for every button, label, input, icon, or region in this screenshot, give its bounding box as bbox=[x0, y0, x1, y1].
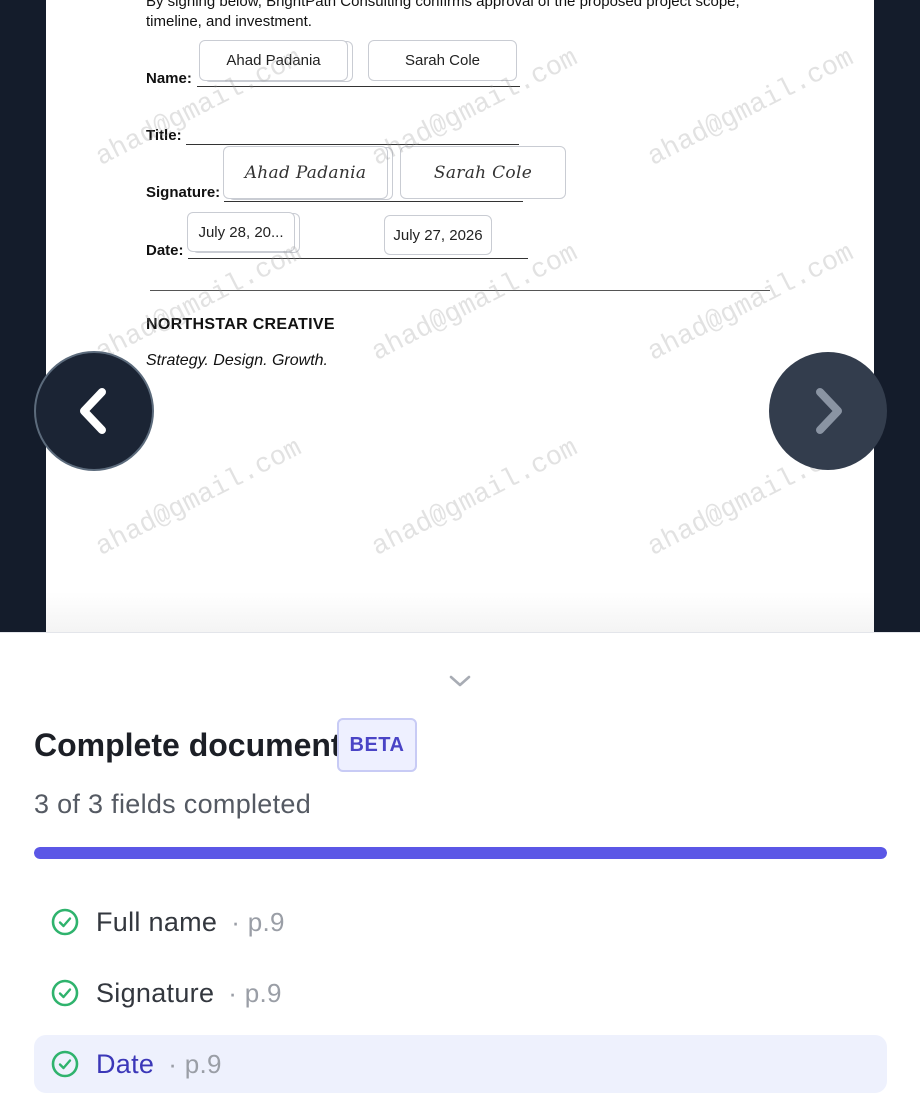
field-item-signature[interactable]: Signature · p.9 bbox=[34, 964, 887, 1022]
intro-line-2: timeline, and investment. bbox=[146, 13, 312, 30]
collapse-panel-button[interactable] bbox=[448, 673, 472, 694]
name-label: Name: bbox=[146, 70, 192, 87]
intro-line-1: By signing below, BrightPath Consulting … bbox=[146, 0, 740, 10]
document-page: By signing below, BrightPath Consulting … bbox=[46, 0, 874, 632]
watermark: ahad@gmail.com bbox=[643, 238, 859, 369]
check-circle-icon bbox=[51, 908, 79, 936]
date-line bbox=[188, 258, 528, 259]
name-field-1[interactable]: Ahad Padania bbox=[199, 40, 348, 81]
title-line bbox=[186, 144, 519, 145]
field-item-page: · p.9 bbox=[168, 1048, 222, 1079]
company-tagline: Strategy. Design. Growth. bbox=[146, 352, 328, 369]
document-viewer: By signing below, BrightPath Consulting … bbox=[0, 0, 920, 632]
page-fade bbox=[46, 592, 874, 632]
chevron-down-icon bbox=[449, 675, 471, 687]
field-item-date[interactable]: Date · p.9 bbox=[34, 1035, 887, 1093]
field-item-full-name[interactable]: Full name · p.9 bbox=[34, 893, 887, 951]
watermark: ahad@gmail.com bbox=[643, 43, 859, 174]
chevron-left-icon bbox=[80, 388, 106, 434]
previous-page-button[interactable] bbox=[34, 351, 154, 471]
name-line bbox=[197, 86, 520, 87]
signature-field-2[interactable]: Sarah Cole bbox=[400, 146, 566, 199]
progress-text: 3 of 3 fields completed bbox=[34, 789, 312, 819]
field-item-label: Signature · p.9 bbox=[96, 978, 282, 1009]
signature-field-1[interactable]: Ahad Padania bbox=[223, 146, 388, 199]
intro-paragraph: By signing below, BrightPath Consulting … bbox=[146, 0, 786, 32]
signature-line bbox=[224, 201, 523, 202]
progress-bar bbox=[34, 847, 887, 859]
chevron-right-icon bbox=[816, 388, 842, 434]
date-field-1[interactable]: July 28, 20... bbox=[187, 212, 295, 252]
date-field-2[interactable]: July 27, 2026 bbox=[384, 215, 492, 255]
beta-badge: BETA bbox=[337, 718, 417, 772]
complete-document-panel: Complete document BETA 3 of 3 fields com… bbox=[0, 632, 920, 1108]
field-item-page: · p.9 bbox=[228, 977, 282, 1008]
field-item-label: Full name · p.9 bbox=[96, 907, 285, 938]
title-label: Title: bbox=[146, 127, 182, 144]
section-divider bbox=[150, 290, 770, 291]
next-page-button[interactable] bbox=[769, 352, 887, 470]
field-item-name: Full name bbox=[96, 906, 218, 937]
watermark: ahad@gmail.com bbox=[367, 433, 583, 564]
company-name: NORTHSTAR CREATIVE bbox=[146, 316, 335, 333]
progress-bar-fill bbox=[34, 847, 887, 859]
field-item-name: Signature bbox=[96, 977, 215, 1008]
date-label: Date: bbox=[146, 242, 184, 259]
field-item-label: Date · p.9 bbox=[96, 1049, 222, 1080]
check-circle-icon bbox=[51, 979, 79, 1007]
panel-title: Complete document bbox=[34, 727, 342, 763]
field-item-name: Date bbox=[96, 1048, 155, 1079]
check-circle-icon bbox=[51, 1050, 79, 1078]
name-field-2[interactable]: Sarah Cole bbox=[368, 40, 517, 81]
field-item-page: · p.9 bbox=[231, 906, 285, 937]
signature-label: Signature: bbox=[146, 184, 221, 201]
